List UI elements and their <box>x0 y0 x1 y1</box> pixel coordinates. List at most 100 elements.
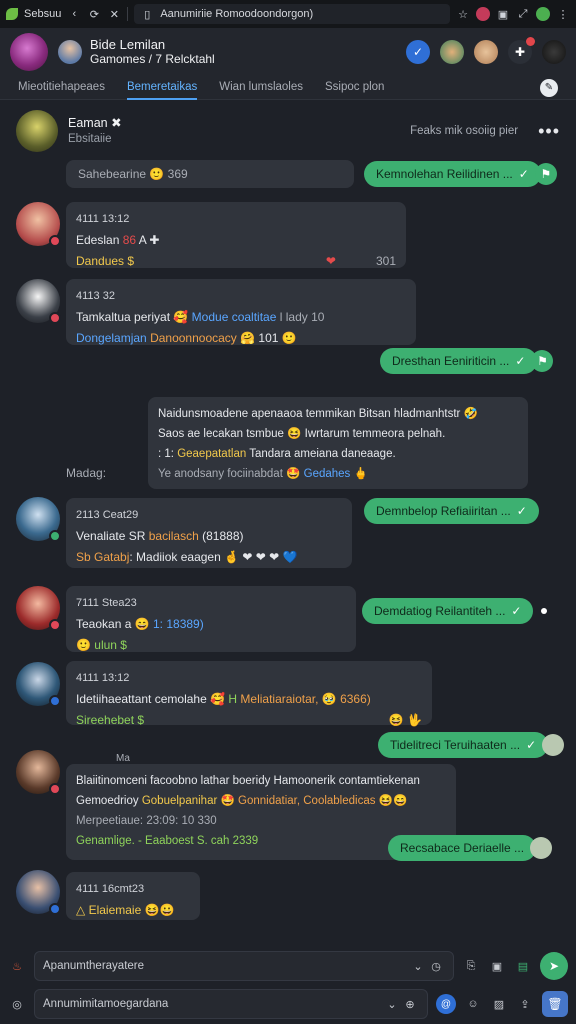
meta-blue: Dongelamjan <box>76 331 147 345</box>
star-icon[interactable]: ☆ <box>456 7 470 21</box>
contact-avatar[interactable] <box>440 40 464 64</box>
contact-avatar[interactable] <box>542 40 566 64</box>
line-highlight: Geaepatatlan <box>177 448 247 460</box>
chat-avatar[interactable] <box>16 110 58 152</box>
globe-icon[interactable]: ◎ <box>8 995 26 1013</box>
sender-mini-avatar <box>542 734 565 756</box>
meta-orange: Sb Gatabj <box>76 550 130 564</box>
tab-4[interactable]: Ssipoc plon <box>325 76 384 100</box>
system-message: Sahebearine 🙂 369 <box>66 160 354 188</box>
chevron-down-icon[interactable]: ⌄ <box>409 957 427 975</box>
message-text: Tamkaltua periyat 🥰 <box>76 310 189 324</box>
side-label-text: Madag: <box>66 466 107 480</box>
message-line: Blaiitinomceni facoobno lathar boeridy H… <box>76 775 420 787</box>
url-bar[interactable]: ▯ Aanumiriie Romoodoondorgon) <box>134 4 450 24</box>
add-icon[interactable]: ⊕ <box>401 995 419 1013</box>
verified-icon[interactable]: ✓ <box>406 40 430 64</box>
reaction-count: 301 <box>375 254 396 268</box>
message-input-2[interactable]: Annumimitamoegardana ⌄ ⊕ <box>34 989 428 1019</box>
reaction-emojis: 😆 🖖 <box>388 713 422 727</box>
sender-avatar[interactable] <box>16 750 61 795</box>
share-icon[interactable]: ⇪ <box>516 995 534 1013</box>
menu-icon[interactable]: ⋮ <box>556 7 570 21</box>
tab-3[interactable]: Wian lumslaoles <box>219 76 303 100</box>
message-orange: Meliatiaraiotar, <box>240 692 319 706</box>
status-dot <box>49 530 61 542</box>
sender-avatar[interactable] <box>16 497 61 542</box>
more-options-icon[interactable]: ••• <box>538 121 560 142</box>
chevron-down-icon[interactable]: ⌄ <box>383 995 401 1013</box>
status-dot <box>49 312 61 324</box>
line-link[interactable]: Gedahes <box>304 468 351 480</box>
chat-subtitle: Ebsitaiie <box>68 133 112 145</box>
line-text: Ye anodsany fociinabdat 🤩 <box>158 468 301 480</box>
line-rest: Tandara ameiana daneaage. <box>246 448 396 460</box>
header-subtitle: Gamomes / 7 Relcktahl <box>90 52 215 66</box>
delete-button[interactable]: 🗑 <box>542 991 568 1017</box>
check-icon: ✓ <box>526 738 537 752</box>
app-header: Bide Lemilan Gamomes / 7 Relcktahl ✓ ✚ <box>0 28 576 76</box>
outgoing-message[interactable]: Demdatiog Reilantiteh ... ✓ <box>362 598 548 624</box>
message-text: Kemnolehan Reilidinen ... <box>376 167 513 181</box>
unread-dot <box>541 608 548 614</box>
message-text: Dresthan Eeniriticin ... <box>392 354 510 368</box>
mention-icon[interactable]: @ <box>436 994 456 1014</box>
message-line: Saos ae lecakan tsmbue 😆 Iwrtarum temmeo… <box>158 428 446 440</box>
chat-name: Eaman ✖ <box>68 116 122 130</box>
message-link[interactable]: Modue coaltitae <box>192 310 277 324</box>
message-tail: A ✚ <box>138 233 160 247</box>
outgoing-message[interactable]: Recsabace Deriaelle ... <box>388 835 553 861</box>
message-text: Teaokan a <box>76 617 132 631</box>
image-icon[interactable]: ▨ <box>490 995 508 1013</box>
message-tail: (81888) <box>202 529 244 543</box>
outgoing-message[interactable]: Dresthan Eeniriticin ... ✓ ⚑ <box>380 348 554 374</box>
back-icon[interactable]: ‹ <box>67 7 81 21</box>
line-text: Gemoedrioy <box>76 795 139 807</box>
incoming-message: Naidunsmoadene apenaaoa temmikan Bitsan … <box>148 397 528 489</box>
side-label: Madag: <box>66 466 106 480</box>
attach-icon[interactable]: ⎘ <box>462 957 480 975</box>
send-button[interactable]: ➤ <box>540 952 568 980</box>
share-icon[interactable]: ⤢ <box>516 7 530 21</box>
sender-avatar[interactable] <box>16 662 61 707</box>
message-input[interactable]: Apanumtherayatere ⌄ ◷ <box>34 951 454 981</box>
extensions-puzzle-icon[interactable]: ▣ <box>496 7 510 21</box>
sender-avatar[interactable] <box>16 279 61 324</box>
message-link[interactable]: 😄 1: 18389) <box>135 617 204 631</box>
sender-avatar[interactable] <box>16 202 61 247</box>
outgoing-message[interactable]: Kemnolehan Reilidinen ... ✓ ⚑ <box>364 161 557 187</box>
sticker-icon[interactable]: ▣ <box>488 957 506 975</box>
extension-icon[interactable] <box>476 7 490 21</box>
flame-icon[interactable]: ♨ <box>8 957 26 975</box>
message-time: 4113 32 <box>76 290 115 302</box>
outgoing-message[interactable]: Tidelitreci Teruihaaten ... ✓ <box>378 732 565 758</box>
message-line: Merpeetiaue: 23:09: 10 330 <box>76 815 217 827</box>
reload-icon[interactable]: ⟳ <box>87 7 101 21</box>
message-text: Edeslan <box>76 233 120 247</box>
gallery-icon[interactable]: ▤ <box>514 957 532 975</box>
browser-topbar: Sebsuu ‹ ⟳ ✕ ▯ Aanumiriie Romoodoondorgo… <box>0 0 576 28</box>
status-dot <box>49 783 61 795</box>
message-time: 4111 13:12 <box>76 672 130 684</box>
tab-1[interactable]: Mieotitiehapeaes <box>18 76 105 100</box>
close-tab-icon[interactable]: ✕ <box>107 7 121 21</box>
outgoing-message[interactable]: Demnbelop Refiaiiritan ... ✓ <box>364 498 539 524</box>
incoming-message: 4113 32 Tamkaltua periyat 🥰 Modue coalti… <box>66 279 416 345</box>
clock-icon[interactable]: ◷ <box>427 957 445 975</box>
compose-icon[interactable]: ✎ <box>540 78 558 97</box>
user-avatar[interactable] <box>58 40 82 64</box>
sender-avatar[interactable] <box>16 870 61 915</box>
message-highlight: 86 <box>122 233 137 247</box>
contact-avatar[interactable] <box>474 40 498 64</box>
tab-2[interactable]: Bemeretaikas <box>126 76 198 100</box>
sender-avatar[interactable] <box>16 586 61 631</box>
message-meta: Sireehebet $ <box>76 713 145 727</box>
url-text: Aanumiriie Romoodoondorgon) <box>160 8 314 20</box>
date-label-text: Ma <box>116 753 130 764</box>
group-avatar[interactable] <box>10 33 48 71</box>
emoji-icon[interactable]: ☺ <box>464 995 482 1013</box>
pin-icon[interactable]: ✚ <box>508 37 535 64</box>
app-logo-icon <box>6 8 18 20</box>
profile-icon[interactable] <box>536 7 550 21</box>
message-text: Demdatiog Reilantiteh ... <box>374 604 506 618</box>
